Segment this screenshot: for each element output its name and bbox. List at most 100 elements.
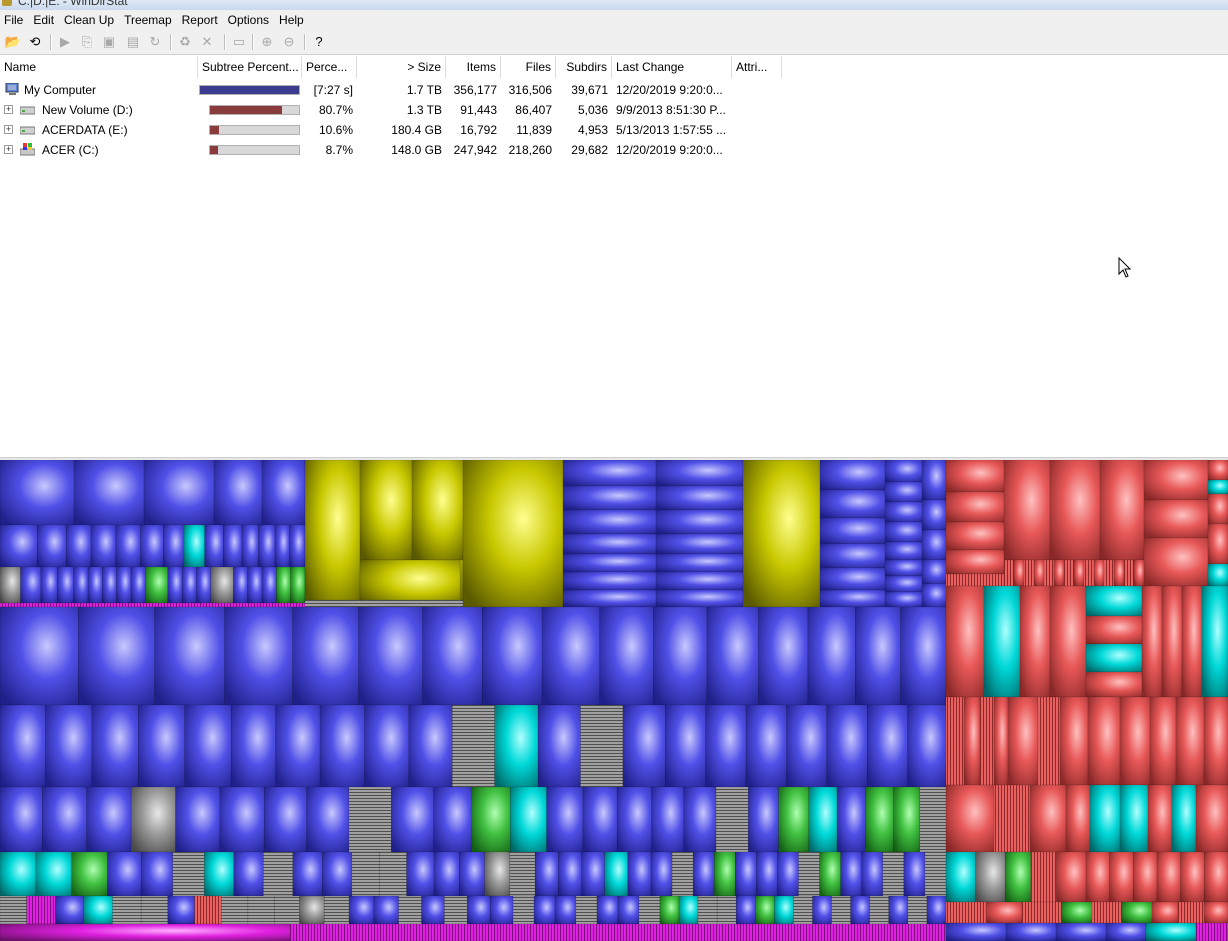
treemap-tile[interactable] xyxy=(562,589,657,608)
open-item-icon[interactable]: ▶ xyxy=(56,33,74,51)
help-icon[interactable]: ? xyxy=(310,33,328,51)
treemap-tile[interactable] xyxy=(130,566,146,604)
treemap-canvas[interactable] xyxy=(0,460,1228,941)
treemap-tile[interactable] xyxy=(348,895,375,925)
treemap-tile[interactable] xyxy=(1123,559,1135,587)
treemap-tile[interactable] xyxy=(819,589,886,608)
treemap-tile[interactable] xyxy=(359,460,413,561)
treemap-tile[interactable] xyxy=(1119,784,1149,853)
directory-list[interactable]: Name Subtree Percent... Perce... > Size … xyxy=(0,56,1228,457)
treemap-tile[interactable] xyxy=(481,606,543,706)
expand-toggle-icon[interactable]: + xyxy=(4,145,13,154)
treemap-tile[interactable] xyxy=(1043,559,1055,587)
treemap-tile[interactable] xyxy=(196,566,212,604)
treemap-tile[interactable] xyxy=(1085,851,1110,903)
treemap-tile[interactable] xyxy=(241,524,259,568)
column-subtree-percent[interactable]: Subtree Percent... xyxy=(198,56,302,78)
treemap-tile[interactable] xyxy=(865,786,894,853)
treemap-tile[interactable] xyxy=(1004,851,1032,903)
treemap-tile[interactable] xyxy=(1056,851,1087,903)
treemap-tile[interactable] xyxy=(0,524,38,568)
treemap-tile[interactable] xyxy=(306,786,350,853)
treemap-tile[interactable] xyxy=(1029,784,1067,853)
treemap-tile[interactable] xyxy=(0,786,43,853)
treemap-tile[interactable] xyxy=(826,704,868,788)
treemap-tile[interactable] xyxy=(0,851,37,897)
treemap-tile[interactable] xyxy=(83,895,113,925)
treemap-tile[interactable] xyxy=(73,566,89,604)
column-files[interactable]: Files xyxy=(501,56,556,78)
treemap-tile[interactable] xyxy=(1103,559,1115,587)
treemap-tile[interactable] xyxy=(819,543,886,569)
treemap-tile[interactable] xyxy=(322,851,353,897)
treemap-tile[interactable] xyxy=(107,851,142,897)
treemap-tile[interactable] xyxy=(861,851,884,897)
treemap-tile[interactable] xyxy=(705,704,747,788)
treemap-tile[interactable] xyxy=(979,696,995,786)
treemap-tile[interactable] xyxy=(143,460,215,526)
treemap-tile[interactable] xyxy=(1053,559,1065,587)
treemap-tile[interactable] xyxy=(1143,537,1209,587)
treemap-tile[interactable] xyxy=(20,566,42,604)
treemap-tile[interactable] xyxy=(638,895,661,925)
treemap-tile[interactable] xyxy=(1145,922,1197,941)
treemap-tile[interactable] xyxy=(406,851,435,897)
treemap-tile[interactable] xyxy=(433,851,460,897)
treemap-tile[interactable] xyxy=(993,784,1031,853)
treemap-tile[interactable] xyxy=(167,895,195,925)
command-prompt-icon[interactable]: ▤ xyxy=(124,33,142,51)
treemap-tile[interactable] xyxy=(512,895,535,925)
treemap-tile[interactable] xyxy=(655,460,744,487)
treemap-tile[interactable] xyxy=(1023,559,1035,587)
treemap-tile[interactable] xyxy=(1063,559,1075,587)
treemap-tile[interactable] xyxy=(812,895,832,925)
treemap-tile[interactable] xyxy=(562,553,657,573)
treemap-tile[interactable] xyxy=(1013,559,1025,587)
treemap-tile[interactable] xyxy=(1195,922,1228,941)
treemap-tile[interactable] xyxy=(1085,615,1143,645)
treemap-tile[interactable] xyxy=(1181,585,1203,698)
treemap-tile[interactable] xyxy=(1171,784,1197,853)
treemap-tile[interactable] xyxy=(1085,643,1143,673)
treemap-tile[interactable] xyxy=(945,901,987,924)
treemap-tile[interactable] xyxy=(655,485,744,511)
column-percent[interactable]: Perce... xyxy=(302,56,357,78)
treemap-tile[interactable] xyxy=(1019,585,1051,698)
treemap-tile[interactable] xyxy=(55,895,85,925)
treemap-tile[interactable] xyxy=(247,566,263,604)
treemap-tile[interactable] xyxy=(655,533,744,555)
menu-file[interactable]: File xyxy=(0,10,29,30)
treemap-tile[interactable] xyxy=(145,566,169,604)
treemap-tile[interactable] xyxy=(261,460,306,526)
treemap-tile[interactable] xyxy=(562,509,657,535)
treemap-tile[interactable] xyxy=(1091,901,1123,924)
treemap-tile[interactable] xyxy=(1030,851,1057,903)
treemap-tile[interactable] xyxy=(840,851,863,897)
treemap-tile[interactable] xyxy=(263,786,307,853)
treemap-tile[interactable] xyxy=(655,509,744,535)
treemap-tile[interactable] xyxy=(884,481,923,503)
treemap-tile[interactable] xyxy=(866,704,908,788)
treemap-tile[interactable] xyxy=(665,704,707,788)
treemap-tile[interactable] xyxy=(175,786,221,853)
treemap-tile[interactable] xyxy=(884,521,923,543)
treemap-tile[interactable] xyxy=(223,524,243,568)
treemap-tile[interactable] xyxy=(745,704,787,788)
menu-report[interactable]: Report xyxy=(178,10,224,30)
treemap-tile[interactable] xyxy=(581,851,605,897)
treemap-tile[interactable] xyxy=(210,566,234,604)
treemap-tile[interactable] xyxy=(422,606,483,706)
treemap-tile[interactable] xyxy=(90,524,117,568)
treemap-tile[interactable] xyxy=(230,704,276,788)
treemap-tile[interactable] xyxy=(140,895,169,925)
table-row[interactable]: + ACERDATA (E:) 10.6% 180.4 GB 16,792 11,839 4… xyxy=(0,120,1228,140)
treemap-tile[interactable] xyxy=(975,851,1006,903)
treemap-tile[interactable] xyxy=(1203,696,1228,786)
treemap-tile[interactable] xyxy=(882,851,905,897)
treemap-tile[interactable] xyxy=(1151,901,1179,924)
treemap-tile[interactable] xyxy=(275,704,321,788)
treemap-tile[interactable] xyxy=(274,895,300,925)
treemap-tile[interactable] xyxy=(582,786,618,853)
treemap-tile[interactable] xyxy=(945,851,976,903)
treemap-tile[interactable] xyxy=(650,851,673,897)
